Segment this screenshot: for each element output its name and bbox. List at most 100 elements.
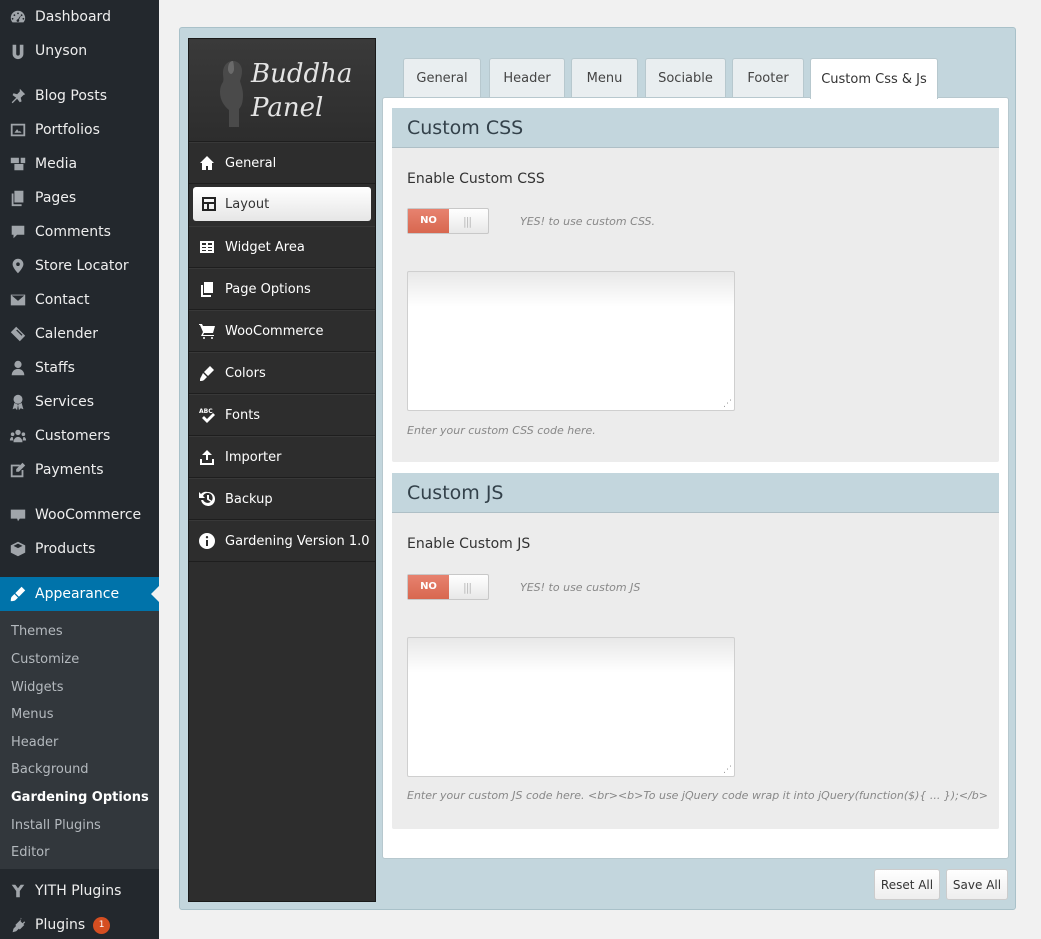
tab-menu[interactable]: Menu (571, 58, 638, 98)
custom-js-textarea[interactable]: ⋰ (407, 637, 735, 777)
submenu-install-plugins[interactable]: Install Plugins (11, 818, 101, 833)
css-help-text: Enter your custom CSS code here. (407, 424, 596, 437)
menu-item-woocommerce[interactable]: WooCommerce (0, 498, 159, 532)
home-icon (189, 155, 225, 171)
yith-icon (0, 882, 35, 900)
menu-item-comments[interactable]: Comments (0, 215, 159, 249)
brush-icon (0, 585, 35, 603)
submenu-menus[interactable]: Menus (11, 707, 53, 722)
toggle-off-label: NO (408, 209, 449, 233)
tab-header[interactable]: Header (489, 58, 565, 98)
custom-css-textarea[interactable]: ⋰ (407, 271, 735, 411)
save-all-button[interactable]: Save All (946, 869, 1008, 900)
buddha-head-icon (220, 61, 243, 127)
submenu-customize[interactable]: Customize (11, 652, 79, 667)
menu-item-staffs[interactable]: Staffs (0, 351, 159, 385)
resize-handle-icon[interactable]: ⋰ (723, 765, 732, 775)
panel-nav-general[interactable]: General (189, 142, 375, 184)
submenu-editor[interactable]: Editor (11, 845, 49, 860)
menu-label: Unyson (35, 43, 88, 59)
menu-item-dashboard[interactable]: Dashboard (0, 0, 159, 34)
enable-custom-css-label: Enable Custom CSS (407, 171, 545, 187)
groups-icon (0, 427, 35, 445)
history-icon (189, 491, 225, 507)
menu-item-store-locator[interactable]: Store Locator (0, 249, 159, 283)
submenu-header[interactable]: Header (11, 735, 58, 750)
panel-nav-backup[interactable]: Backup (189, 478, 375, 520)
envelope-icon (0, 291, 35, 309)
menu-item-pages[interactable]: Pages (0, 181, 159, 215)
tab-sociable[interactable]: Sociable (645, 58, 726, 98)
menu-label: Pages (35, 190, 77, 206)
menu-item-contact[interactable]: Contact (0, 283, 159, 317)
panel-nav-page-options[interactable]: Page Options (189, 268, 375, 310)
edit-icon (0, 461, 35, 479)
tab-general[interactable]: General (403, 58, 481, 98)
menu-label: Services (35, 394, 95, 410)
resize-handle-icon[interactable]: ⋰ (723, 399, 732, 409)
section-title: Custom JS (392, 473, 999, 513)
submenu-widgets[interactable]: Widgets (11, 680, 64, 695)
update-count-badge: 1 (93, 916, 111, 934)
menu-item-products[interactable]: Products (0, 532, 159, 566)
menu-label: Payments (35, 462, 104, 478)
spellcheck-icon: ABC (189, 407, 225, 423)
menu-label: Products (35, 541, 96, 557)
submenu-themes[interactable]: Themes (11, 624, 63, 639)
panel-nav-colors[interactable]: Colors (189, 352, 375, 394)
widget-icon (189, 239, 225, 255)
menu-item-customers[interactable]: Customers (0, 419, 159, 453)
menu-item-plugins[interactable]: Plugins 1 (0, 908, 159, 939)
panel-nav-woocommerce[interactable]: WooCommerce (189, 310, 375, 352)
upload-icon (189, 449, 225, 465)
menu-label: Portfolios (35, 122, 100, 138)
panel-nav-label: Widget Area (225, 239, 305, 255)
section-title: Custom CSS (392, 108, 999, 148)
layout-icon (193, 196, 225, 212)
menu-item-calender[interactable]: Calender (0, 317, 159, 351)
menu-label: Customers (35, 428, 111, 444)
toggle-grip-icon: ||| (463, 215, 472, 228)
pin-icon (0, 87, 35, 105)
reset-all-button[interactable]: Reset All (874, 869, 940, 900)
menu-label: Staffs (35, 360, 75, 376)
menu-item-media[interactable]: Media (0, 147, 159, 181)
menu-item-yith-plugins[interactable]: YITH Plugins (0, 874, 159, 908)
panel-nav-label: Gardening Version 1.0 (225, 533, 370, 549)
menu-label: Plugins (35, 917, 86, 933)
submenu-gardening-options[interactable]: Gardening Options (11, 790, 149, 805)
tab-content: Custom CSS Enable Custom CSS NO ||| YES!… (382, 97, 1009, 859)
location-pin-icon (0, 257, 35, 275)
menu-item-payments[interactable]: Payments (0, 453, 159, 487)
toggle-hint: YES! to use custom CSS. (520, 215, 656, 228)
submenu-background[interactable]: Background (11, 762, 89, 777)
menu-item-services[interactable]: Services (0, 385, 159, 419)
toggle-hint: YES! to use custom JS (520, 581, 641, 594)
js-help-text: Enter your custom JS code here. <br><b>T… (407, 789, 989, 802)
menu-item-blog-posts[interactable]: Blog Posts (0, 79, 159, 113)
menu-item-portfolios[interactable]: Portfolios (0, 113, 159, 147)
menu-label: Contact (35, 292, 90, 308)
tab-custom-css-js[interactable]: Custom Css & Js (810, 58, 938, 99)
menu-label: Blog Posts (35, 88, 107, 104)
panel-nav-layout[interactable]: Layout (193, 187, 371, 221)
panel-nav-fonts[interactable]: ABC Fonts (189, 394, 375, 436)
enable-custom-js-label: Enable Custom JS (407, 536, 531, 552)
menu-label: Store Locator (35, 258, 129, 274)
panel-nav-widget-area[interactable]: Widget Area (189, 226, 375, 268)
enable-custom-css-toggle[interactable]: NO ||| (407, 208, 489, 234)
panel-nav-label: Fonts (225, 407, 261, 423)
tab-footer[interactable]: Footer (732, 58, 804, 98)
panel-nav-label: Page Options (225, 281, 311, 297)
copy-icon (189, 281, 225, 297)
brush-icon (189, 365, 225, 381)
portfolio-icon (0, 121, 35, 139)
logo-text-line2: Panel (251, 93, 324, 123)
panel-nav: Buddha Panel General Layout Widget Area … (188, 38, 376, 902)
panel-nav-importer[interactable]: Importer (189, 436, 375, 478)
admin-sidebar: Dashboard Unyson Blog Posts Portfolios M… (0, 0, 159, 939)
menu-item-unyson[interactable]: Unyson (0, 34, 159, 68)
panel-nav-version[interactable]: Gardening Version 1.0 (189, 520, 375, 562)
menu-item-appearance[interactable]: Appearance (0, 577, 159, 611)
enable-custom-js-toggle[interactable]: NO ||| (407, 574, 489, 600)
